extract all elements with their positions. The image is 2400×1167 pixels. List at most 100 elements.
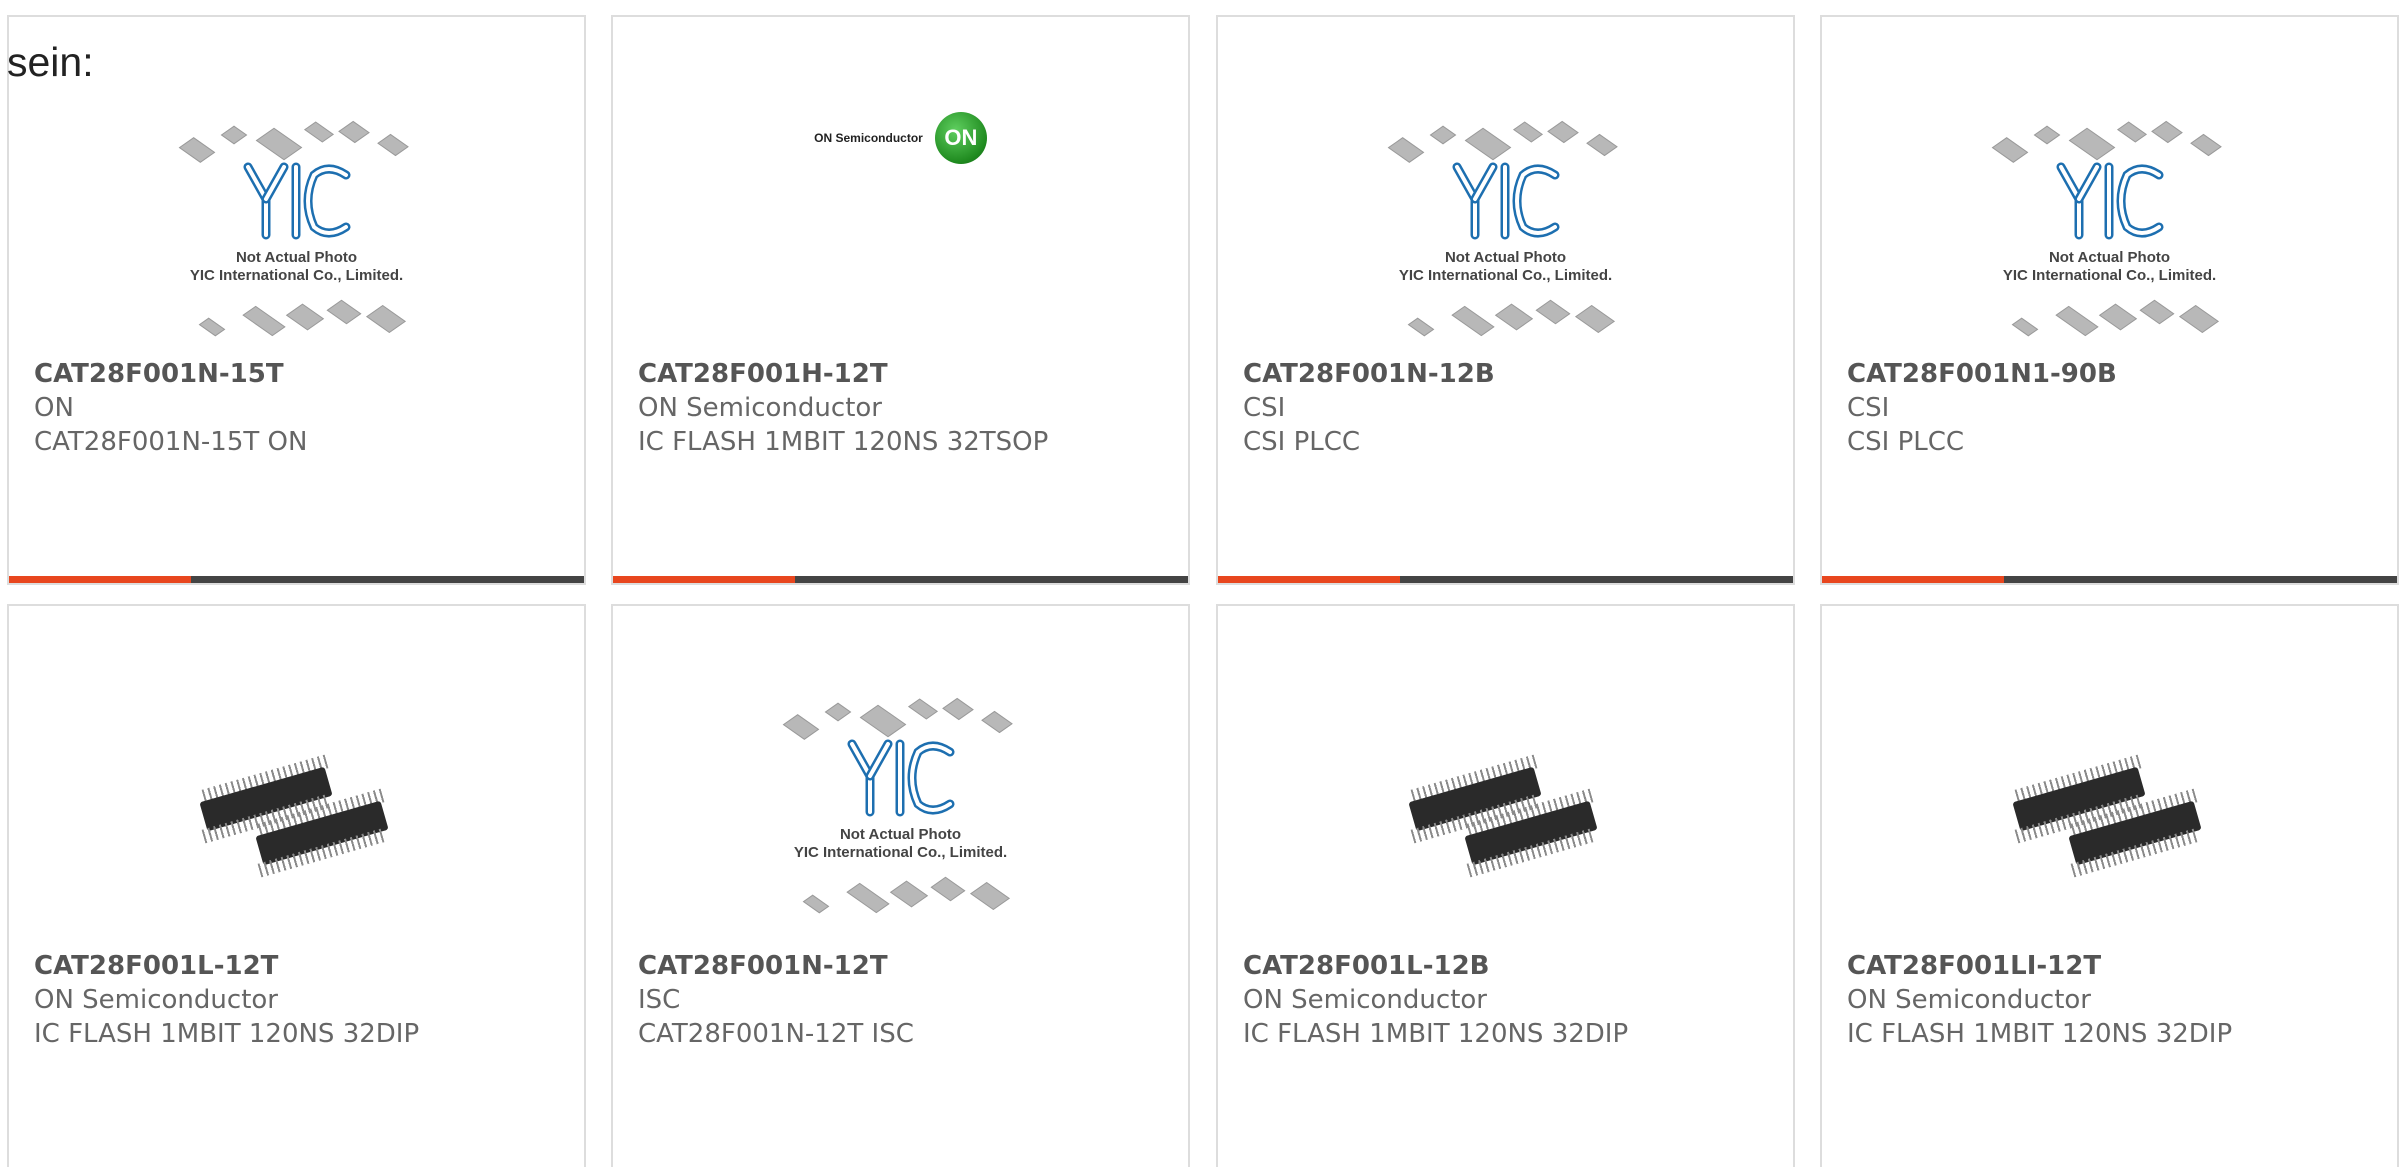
chip-package-icon	[2150, 120, 2183, 144]
on-logo-icon: ON	[934, 112, 987, 164]
placeholder-caption: Not Actual Photo	[2048, 249, 2171, 266]
product-info: CAT28F001L-12T ON Semiconductor IC FLASH…	[34, 949, 574, 1051]
on-semiconductor-logo: ON Semiconductor ON	[814, 112, 987, 164]
product-description: IC FLASH 1MBIT 120NS 32TSOP	[638, 427, 1049, 457]
card-accent	[613, 576, 795, 583]
chip-package-icon	[2139, 299, 2174, 325]
product-image[interactable]: Not Actual Photo YIC International Co., L…	[1822, 99, 2397, 367]
card-progress-bar	[1822, 576, 2397, 583]
product-card[interactable]: Not Actual Photo YIC International Co., L…	[611, 604, 1190, 1167]
product-card[interactable]: CAT28F001L-12B ON Semiconductor IC FLASH…	[1216, 604, 1795, 1167]
chip-package-icon	[337, 120, 370, 144]
product-description: IC FLASH 1MBIT 120NS 32DIP	[34, 1019, 420, 1049]
dip-chip-photo	[197, 710, 397, 910]
product-part-number[interactable]: CAT28F001N-15T	[34, 357, 574, 391]
chip-package-icon	[969, 882, 1010, 910]
product-card[interactable]: Not Actual Photo YIC International Co., L…	[7, 15, 586, 585]
product-part-number[interactable]: CAT28F001LI-12T	[1847, 949, 2387, 983]
placeholder-company: YIC International Co., Limited.	[2002, 267, 2217, 284]
chip-package-icon	[2054, 305, 2099, 337]
product-manufacturer: ON Semiconductor	[638, 393, 882, 423]
card-accent	[1218, 576, 1400, 583]
product-image[interactable]: Not Actual Photo YIC International Co., L…	[613, 664, 1188, 956]
chip-package-icon	[285, 303, 324, 331]
product-manufacturer: ON Semiconductor	[1243, 985, 1487, 1015]
chip-package-icon	[1574, 305, 1615, 333]
placeholder-caption: Not Actual Photo	[839, 826, 962, 843]
product-part-number[interactable]: CAT28F001N-12T	[638, 949, 1178, 983]
chip-package-icon	[802, 894, 829, 914]
placeholder-company: YIC International Co., Limited.	[1398, 267, 1613, 284]
chip-package-icon	[824, 702, 851, 722]
product-manufacturer: ISC	[638, 985, 681, 1015]
chip-package-icon	[2178, 305, 2219, 333]
placeholder-caption: Not Actual Photo	[235, 249, 358, 266]
chip-package-icon	[2098, 303, 2137, 331]
dip-chip-photo	[2010, 710, 2210, 910]
product-image[interactable]: ON Semiconductor ON	[613, 99, 1188, 367]
chip-package-icon	[178, 137, 215, 163]
placeholder-company: YIC International Co., Limited.	[189, 267, 404, 284]
product-card[interactable]: CAT28F001LI-12T ON Semiconductor IC FLAS…	[1820, 604, 2399, 1167]
product-card[interactable]: Not Actual Photo YIC International Co., L…	[1820, 15, 2399, 585]
product-part-number[interactable]: CAT28F001N-12B	[1243, 357, 1783, 391]
product-card[interactable]: CAT28F001L-12T ON Semiconductor IC FLASH…	[7, 604, 586, 1167]
product-manufacturer: ON Semiconductor	[1847, 985, 2091, 1015]
chip-package-icon	[1464, 127, 1511, 161]
product-image[interactable]: Not Actual Photo YIC International Co., L…	[9, 99, 584, 367]
product-part-number[interactable]: CAT28F001N1-90B	[1847, 357, 2387, 391]
chip-package-icon	[326, 299, 361, 325]
yic-logo-icon	[847, 739, 954, 817]
product-info: CAT28F001H-12T ON Semiconductor IC FLASH…	[638, 357, 1178, 459]
chip-package-icon	[907, 698, 938, 720]
chip-package-icon	[1546, 120, 1579, 144]
placeholder-company: YIC International Co., Limited.	[793, 844, 1008, 861]
chip-package-icon	[2116, 121, 2147, 143]
chip-package-icon	[1585, 133, 1618, 157]
chip-package-icon	[1991, 137, 2028, 163]
chip-package-icon	[941, 697, 974, 721]
product-info: CAT28F001N-15T ON CAT28F001N-15T ON	[34, 357, 574, 459]
card-progress-bar	[1218, 576, 1793, 583]
product-card[interactable]: Not Actual Photo YIC International Co., L…	[1216, 15, 1795, 585]
chip-package-icon	[2011, 317, 2038, 337]
section-intro-text: sein:	[7, 39, 94, 85]
product-description: CAT28F001N-15T ON	[34, 427, 308, 457]
product-image[interactable]: Not Actual Photo YIC International Co., L…	[1218, 99, 1793, 367]
product-image[interactable]	[1218, 664, 1793, 956]
chip-package-icon	[845, 882, 890, 914]
card-accent	[1822, 576, 2004, 583]
dip-chip-photo	[1406, 710, 1606, 910]
card-accent	[9, 576, 191, 583]
product-manufacturer: ON Semiconductor	[34, 985, 278, 1015]
product-part-number[interactable]: CAT28F001L-12T	[34, 949, 574, 983]
chip-package-icon	[198, 317, 225, 337]
product-description: IC FLASH 1MBIT 120NS 32DIP	[1847, 1019, 2233, 1049]
chip-package-icon	[859, 704, 906, 738]
product-description: IC FLASH 1MBIT 120NS 32DIP	[1243, 1019, 1629, 1049]
product-manufacturer: CSI	[1847, 393, 1890, 423]
product-image[interactable]	[1822, 664, 2397, 956]
product-image[interactable]	[9, 664, 584, 956]
chip-package-icon	[1429, 125, 1456, 145]
chip-package-icon	[1512, 121, 1543, 143]
product-info: CAT28F001N-12T ISC CAT28F001N-12T ISC	[638, 949, 1178, 1051]
product-part-number[interactable]: CAT28F001H-12T	[638, 357, 1178, 391]
chip-package-icon	[1494, 303, 1533, 331]
product-manufacturer: ON	[34, 393, 74, 423]
product-manufacturer: CSI	[1243, 393, 1286, 423]
chip-package-icon	[241, 305, 286, 337]
chip-package-icon	[376, 133, 409, 157]
chip-package-icon	[365, 305, 406, 333]
chip-package-icon	[1407, 317, 1434, 337]
card-progress-bar	[9, 576, 584, 583]
chip-package-icon	[303, 121, 334, 143]
product-part-number[interactable]: CAT28F001L-12B	[1243, 949, 1783, 983]
yic-placeholder-image: Not Actual Photo YIC International Co., L…	[766, 690, 1036, 930]
product-description: CSI PLCC	[1243, 427, 1361, 457]
chip-package-icon	[220, 125, 247, 145]
brand-logo-text: ON Semiconductor	[814, 131, 923, 145]
product-card[interactable]: ON Semiconductor ON CAT28F001H-12T ON Se…	[611, 15, 1190, 585]
chip-package-icon	[930, 876, 965, 902]
chip-package-icon	[889, 880, 928, 908]
